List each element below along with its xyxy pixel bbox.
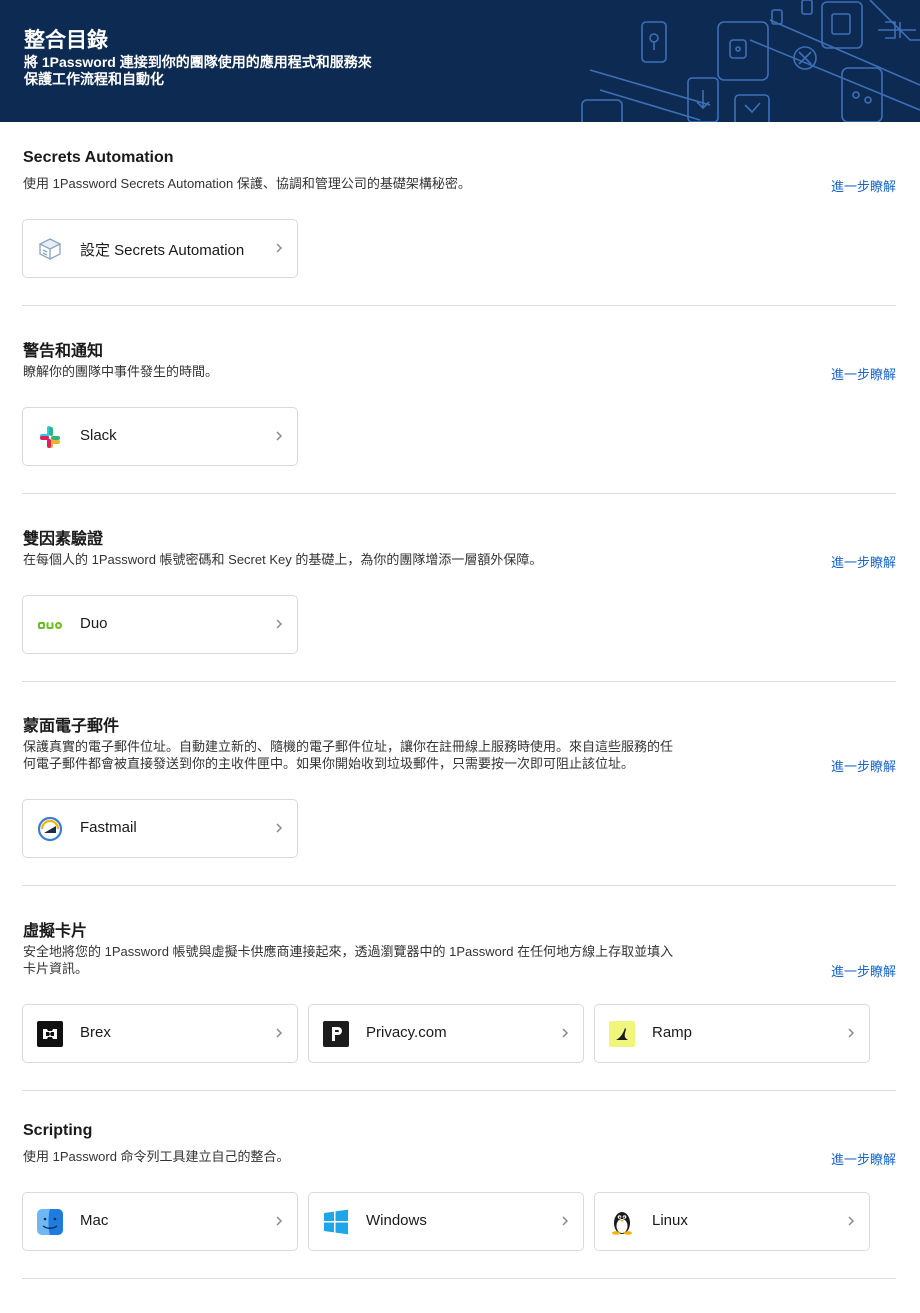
section-alerts: 警告和通知 瞭解你的團隊中事件發生的時間。 進一步瞭解 Slack	[22, 337, 896, 497]
chevron-right-icon	[276, 243, 283, 253]
section-description: 瞭解你的團隊中事件發生的時間。	[23, 364, 219, 379]
section-secrets-automation: Secrets Automation 使用 1Password Secrets …	[22, 149, 896, 309]
chevron-right-icon	[276, 619, 283, 629]
card-label: Mac	[80, 1212, 109, 1229]
section-divider	[22, 1090, 896, 1091]
learn-more-link[interactable]: 進一步瞭解	[831, 364, 896, 383]
card-secrets-automation[interactable]: 設定 Secrets Automation	[22, 219, 298, 278]
section-description: 保護真實的電子郵件位址。自動建立新的、隨機的電子郵件位址，讓你在註冊線上服務時使…	[23, 739, 674, 771]
card-fastmail[interactable]: Fastmail	[22, 799, 298, 858]
finder-icon	[37, 1209, 63, 1235]
fastmail-icon	[37, 816, 63, 842]
chevron-right-icon	[848, 1216, 855, 1226]
card-brex[interactable]: Brex	[22, 1004, 298, 1063]
banner-illustration	[581, 0, 920, 122]
section-two-factor: 雙因素驗證 在每個人的 1Password 帳號密碼和 Secret Key 的…	[22, 525, 896, 685]
slack-icon	[37, 424, 63, 450]
header-banner: 整合目錄 將 1Password 連接到你的團隊使用的應用程式和服務來保護工作流…	[0, 0, 920, 122]
section-divider	[22, 305, 896, 306]
windows-icon	[323, 1209, 349, 1235]
section-title: 虛擬卡片	[23, 923, 88, 940]
card-label: Linux	[652, 1212, 688, 1229]
card-linux[interactable]: Linux	[594, 1192, 870, 1251]
tux-icon	[609, 1209, 635, 1235]
section-title: Scripting	[23, 1122, 93, 1139]
section-title: Secrets Automation	[23, 149, 174, 166]
section-divider	[22, 681, 896, 682]
section-scripting: Scripting 使用 1Password 命令列工具建立自己的整合。 進一步…	[22, 1122, 896, 1282]
card-duo[interactable]: Duo	[22, 595, 298, 654]
card-label: Brex	[80, 1024, 111, 1041]
card-label: Duo	[80, 615, 108, 632]
learn-more-link[interactable]: 進一步瞭解	[831, 552, 896, 571]
chevron-right-icon	[562, 1028, 569, 1038]
chevron-right-icon	[276, 1028, 283, 1038]
card-ramp[interactable]: Ramp	[594, 1004, 870, 1063]
chevron-right-icon	[848, 1028, 855, 1038]
section-title: 雙因素驗證	[23, 531, 104, 548]
chevron-right-icon	[562, 1216, 569, 1226]
card-label: Fastmail	[80, 819, 137, 836]
page-subtitle: 將 1Password 連接到你的團隊使用的應用程式和服務來保護工作流程和自動化	[24, 54, 372, 87]
page-title: 整合目錄	[24, 29, 108, 52]
secrets-automation-icon	[37, 236, 63, 262]
learn-more-link[interactable]: 進一步瞭解	[831, 176, 896, 195]
chevron-right-icon	[276, 431, 283, 441]
card-privacy[interactable]: Privacy.com	[308, 1004, 584, 1063]
card-mac[interactable]: Mac	[22, 1192, 298, 1251]
section-divider	[22, 493, 896, 494]
learn-more-link[interactable]: 進一步瞭解	[831, 961, 896, 980]
card-label: Privacy.com	[366, 1024, 447, 1041]
chevron-right-icon	[276, 1216, 283, 1226]
card-windows[interactable]: Windows	[308, 1192, 584, 1251]
chevron-right-icon	[276, 823, 283, 833]
section-description: 使用 1Password Secrets Automation 保護、協調和管理…	[23, 176, 471, 191]
card-label: Slack	[80, 427, 117, 444]
section-description: 安全地將您的 1Password 帳號與虛擬卡供應商連接起來，透過瀏覽器中的 1…	[23, 944, 674, 976]
ramp-icon	[609, 1021, 635, 1047]
duo-icon	[37, 612, 63, 638]
card-label: 設定 Secrets Automation	[80, 242, 245, 259]
privacy-icon	[323, 1021, 349, 1047]
section-divider	[22, 885, 896, 886]
brex-icon	[37, 1021, 63, 1047]
section-title: 警告和通知	[23, 343, 104, 360]
section-description: 使用 1Password 命令列工具建立自己的整合。	[23, 1149, 290, 1164]
learn-more-link[interactable]: 進一步瞭解	[831, 1149, 896, 1168]
card-slack[interactable]: Slack	[22, 407, 298, 466]
section-virtual-cards: 虛擬卡片 安全地將您的 1Password 帳號與虛擬卡供應商連接起來，透過瀏覽…	[22, 917, 896, 1095]
section-title: 蒙面電子郵件	[23, 718, 120, 735]
learn-more-link[interactable]: 進一步瞭解	[831, 756, 896, 775]
card-label: Ramp	[652, 1024, 693, 1041]
section-divider	[22, 1278, 896, 1279]
card-label: Windows	[366, 1212, 427, 1229]
section-description: 在每個人的 1Password 帳號密碼和 Secret Key 的基礎上，為你…	[23, 552, 543, 567]
section-masked-email: 蒙面電子郵件 保護真實的電子郵件位址。自動建立新的、隨機的電子郵件位址，讓你在註…	[22, 712, 896, 890]
